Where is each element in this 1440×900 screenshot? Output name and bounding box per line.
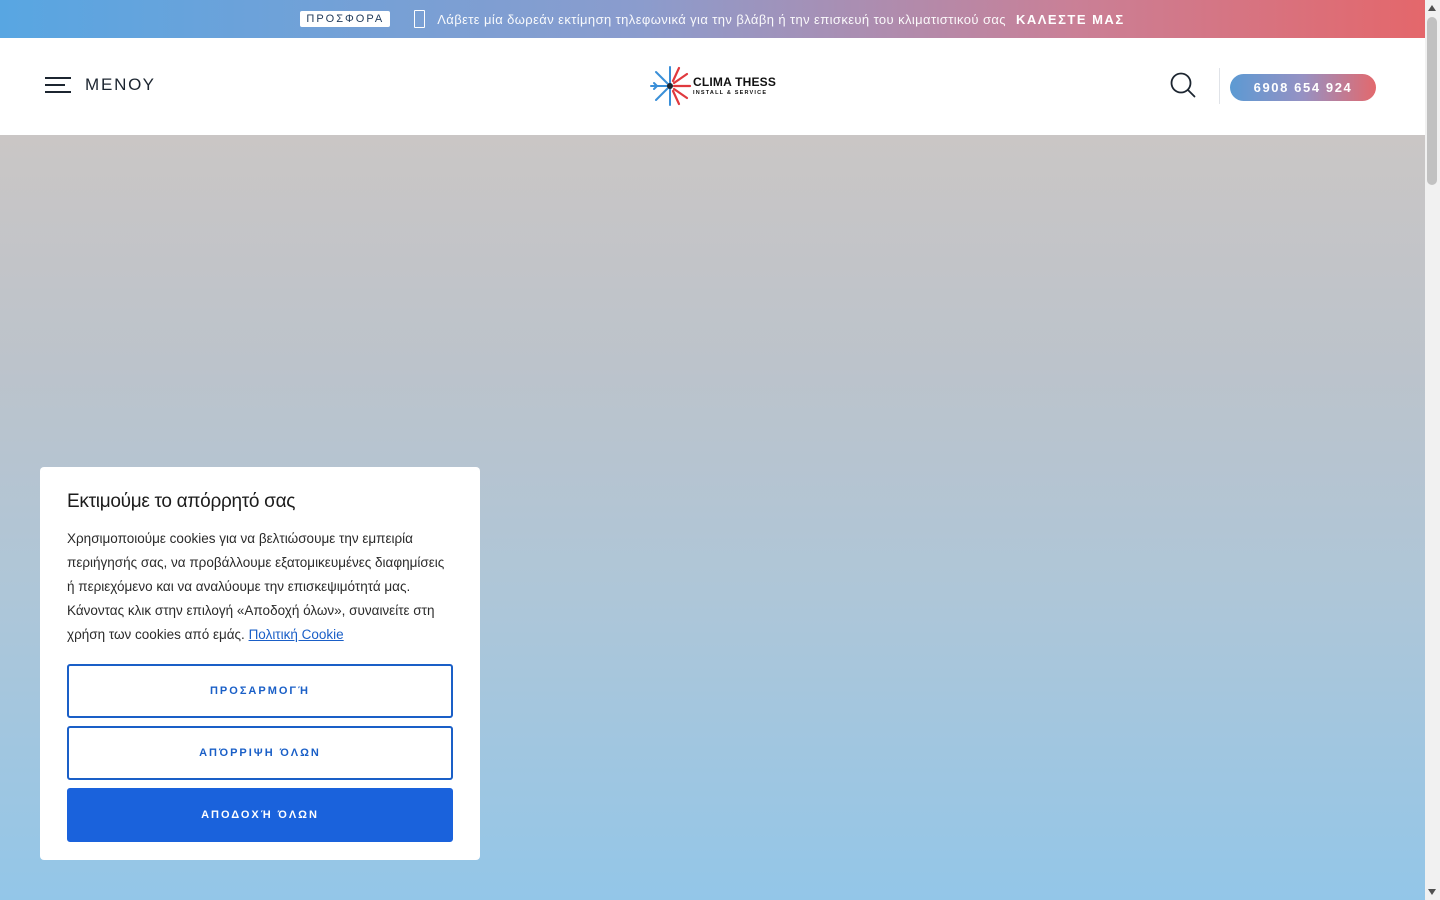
call-us-link[interactable]: ΚΑΛΕΣΤΕ ΜΑΣ xyxy=(1016,12,1125,27)
promo-bar: ΠΡΟΣΦΟΡΑ Λάβετε μία δωρεάν εκτίμηση τηλε… xyxy=(0,0,1425,38)
cookie-consent-dialog: Εκτιμούμε το απόρρητό σας Χρησιμοποιούμε… xyxy=(40,467,480,860)
cookie-description: Χρησιμοποιούμε cookies για να βελτιώσουμ… xyxy=(67,527,453,647)
cookie-text: Χρησιμοποιούμε cookies για να βελτιώσουμ… xyxy=(67,531,445,642)
search-icon[interactable] xyxy=(1170,72,1196,98)
menu-label: ΜΕΝΟΥ xyxy=(85,75,156,94)
logo-tagline: INSTALL & SERVICE xyxy=(693,89,768,96)
page: ΠΡΟΣΦΟΡΑ Λάβετε μία δωρεάν εκτίμηση τηλε… xyxy=(0,0,1425,900)
page-scrollbar[interactable] xyxy=(1425,0,1440,900)
reject-all-button[interactable]: ΑΠΌΡΡΙΨΗ ΌΛΩΝ xyxy=(67,726,453,780)
scroll-up-arrow-icon[interactable] xyxy=(1428,5,1436,11)
phone-call-button[interactable]: 6908 654 924 xyxy=(1230,74,1376,101)
logo-name: CLIMA THESS xyxy=(693,74,777,89)
snowflake-sun-logo-icon xyxy=(650,66,692,106)
site-header: ΜΕΝΟΥ CLIMA THESS INSTALL & SERVICE 6908… xyxy=(0,38,1425,135)
hamburger-icon xyxy=(45,77,71,93)
header-divider xyxy=(1219,68,1220,104)
phone-icon xyxy=(414,10,426,28)
scroll-thumb[interactable] xyxy=(1427,17,1437,185)
cookie-title: Εκτιμούμε το απόρρητό σας xyxy=(67,491,296,512)
customize-button[interactable]: ΠΡΟΣΑΡΜΟΓΉ xyxy=(67,664,453,718)
menu-button[interactable]: ΜΕΝΟΥ xyxy=(45,75,156,95)
promo-message: Λάβετε μία δωρεάν εκτίμηση τηλεφωνικά γι… xyxy=(437,11,1006,27)
cookie-policy-link[interactable]: Πολιτική Cookie xyxy=(249,627,344,642)
promo-badge: ΠΡΟΣΦΟΡΑ xyxy=(300,11,391,27)
scroll-down-arrow-icon[interactable] xyxy=(1428,889,1436,895)
accept-all-button[interactable]: ΑΠΟΔΟΧΉ ΌΛΩΝ xyxy=(67,788,453,842)
site-logo[interactable]: CLIMA THESS INSTALL & SERVICE xyxy=(648,64,776,108)
